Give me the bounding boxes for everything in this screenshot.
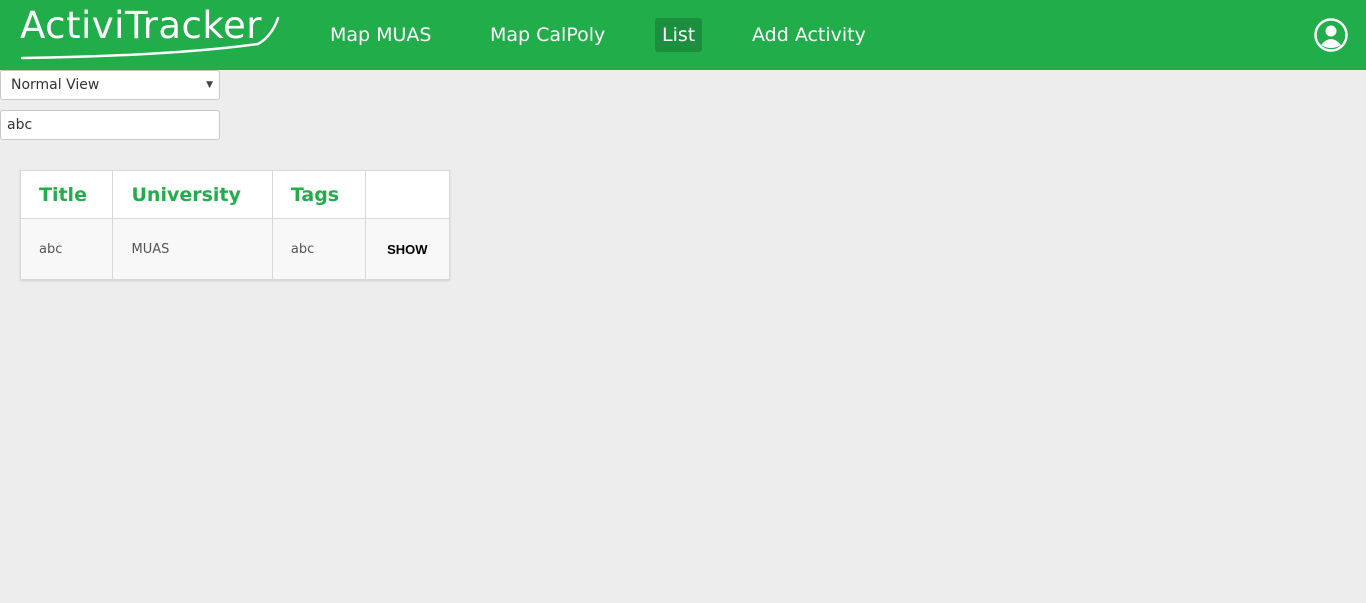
view-mode-select[interactable]: Normal View ▼ xyxy=(0,70,220,100)
nav-list[interactable]: List xyxy=(655,18,703,52)
cell-title: abc xyxy=(19,218,114,280)
cell-university: MUAS xyxy=(112,218,273,280)
search-input[interactable] xyxy=(0,110,220,140)
activity-table: Title University Tags abc MUAS abc SHOW xyxy=(19,170,451,280)
nav-map-calpoly[interactable]: Map CalPoly xyxy=(483,18,612,52)
table-header-row: Title University Tags xyxy=(19,170,451,219)
view-mode-value: Normal View xyxy=(11,77,100,93)
cell-tags: abc xyxy=(271,218,366,280)
column-header-tags: Tags xyxy=(271,170,366,219)
top-navbar: ActiviTracker Map MUAS Map CalPoly List … xyxy=(0,0,1366,70)
app-logo[interactable]: ActiviTracker xyxy=(20,4,282,64)
table-row: abc MUAS abc SHOW xyxy=(19,218,451,280)
nav-add-activity[interactable]: Add Activity xyxy=(745,18,873,52)
column-header-title: Title xyxy=(19,170,114,219)
column-header-university: University xyxy=(112,170,273,219)
dropdown-arrow-icon: ▼ xyxy=(206,80,213,90)
user-circle-icon xyxy=(1314,18,1348,52)
column-header-actions xyxy=(364,170,451,219)
show-button[interactable]: SHOW xyxy=(364,218,451,280)
nav-map-muas[interactable]: Map MUAS xyxy=(323,18,439,52)
user-profile-button[interactable] xyxy=(1313,17,1349,53)
logo-swoosh-icon xyxy=(20,16,280,60)
